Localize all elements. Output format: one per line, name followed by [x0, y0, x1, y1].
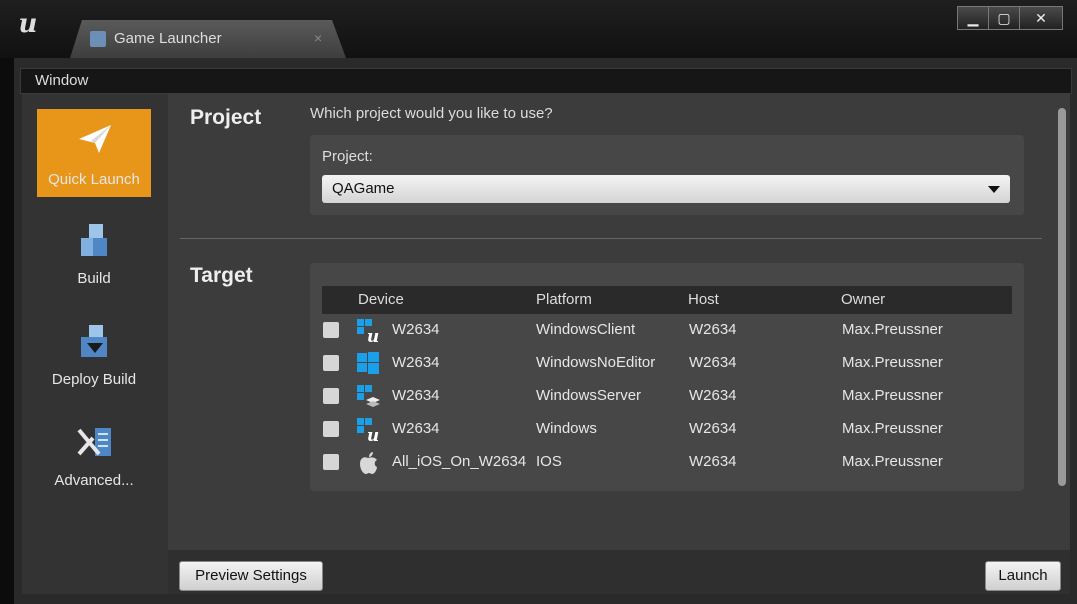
device-name: All_iOS_On_W2634	[392, 453, 527, 470]
platform-name: Windows	[536, 420, 597, 437]
build-blocks-icon	[81, 224, 107, 256]
owner-name: Max.Preussner	[842, 354, 943, 371]
device-name: W2634	[392, 354, 440, 371]
launcher-icon	[90, 31, 106, 47]
launch-button[interactable]: Launch	[985, 561, 1061, 591]
platform-name: IOS	[536, 453, 562, 470]
sidebar-item-deploy-build[interactable]: Deploy Build	[37, 311, 151, 399]
svg-text:u: u	[367, 426, 379, 442]
title-bar: u Game Launcher × ▁ ▢ ✕	[0, 0, 1077, 58]
paper-plane-icon	[79, 125, 111, 153]
windows-unreal-icon: u	[357, 418, 379, 442]
chevron-down-icon	[988, 186, 1000, 193]
owner-name: Max.Preussner	[842, 387, 943, 404]
apple-icon	[360, 452, 377, 474]
column-header-device[interactable]: Device	[358, 291, 404, 308]
row-checkbox[interactable]	[323, 421, 339, 437]
table-row[interactable]: u W2634 WindowsClient W2634 Max.Preussne…	[322, 315, 1012, 345]
device-name: W2634	[392, 387, 440, 404]
target-table-header: Device Platform Host Owner	[322, 286, 1012, 314]
project-dropdown-value: QAGame	[332, 180, 395, 197]
menu-window[interactable]: Window	[35, 72, 88, 89]
project-dropdown[interactable]: QAGame	[322, 175, 1010, 203]
windows-icon	[357, 352, 379, 374]
deploy-icon	[81, 325, 107, 357]
maximize-button[interactable]: ▢	[988, 6, 1020, 30]
owner-name: Max.Preussner	[842, 453, 943, 470]
sidebar-item-quick-launch[interactable]: Quick Launch	[37, 109, 151, 197]
table-row[interactable]: u W2634 Windows W2634 Max.Preussner	[322, 414, 1012, 444]
target-section-title: Target	[190, 264, 253, 287]
host-name: W2634	[689, 321, 737, 338]
host-name: W2634	[689, 354, 737, 371]
window-controls: ▁ ▢ ✕	[957, 6, 1063, 30]
sidebar-item-advanced[interactable]: Advanced...	[37, 412, 151, 500]
owner-name: Max.Preussner	[842, 321, 943, 338]
tools-icon	[77, 428, 111, 456]
row-checkbox[interactable]	[323, 454, 339, 470]
svg-text:u: u	[367, 327, 379, 343]
platform-name: WindowsClient	[536, 321, 636, 338]
project-section-title: Project	[190, 106, 262, 129]
sidebar-item-build[interactable]: Build	[37, 210, 151, 298]
tab-close-icon[interactable]: ×	[314, 30, 322, 46]
column-header-host[interactable]: Host	[688, 291, 719, 308]
row-checkbox[interactable]	[323, 322, 339, 338]
minimize-button[interactable]: ▁	[957, 6, 989, 30]
sidebar-item-label: Quick Launch	[48, 171, 140, 188]
tab-game-launcher[interactable]: Game Launcher ×	[70, 20, 346, 58]
sidebar-item-label: Advanced...	[54, 472, 134, 489]
device-name: W2634	[392, 420, 440, 437]
host-name: W2634	[689, 453, 737, 470]
project-question: Which project would you like to use?	[310, 105, 553, 122]
sidebar-item-label: Build	[77, 270, 111, 287]
platform-name: WindowsServer	[536, 387, 642, 404]
host-name: W2634	[689, 387, 737, 404]
sidebar-item-label: Deploy Build	[51, 371, 137, 388]
table-row[interactable]: All_iOS_On_W2634 IOS W2634 Max.Preussner	[322, 447, 1012, 477]
sidebar: Quick Launch Build Deploy Build Advanced…	[22, 94, 168, 594]
preview-settings-button[interactable]: Preview Settings	[179, 561, 323, 591]
close-button[interactable]: ✕	[1019, 6, 1063, 30]
windows-server-icon	[357, 385, 380, 407]
host-name: W2634	[689, 420, 737, 437]
windows-unreal-icon: u	[357, 319, 379, 343]
project-field-label: Project:	[322, 148, 373, 165]
project-panel: Project: QAGame	[310, 135, 1024, 215]
column-header-owner[interactable]: Owner	[841, 291, 885, 308]
row-checkbox[interactable]	[323, 388, 339, 404]
platform-name: WindowsNoEditor	[536, 354, 656, 371]
device-name: W2634	[392, 321, 440, 338]
table-row[interactable]: W2634 WindowsServer W2634 Max.Preussner	[322, 381, 1012, 411]
table-row[interactable]: W2634 WindowsNoEditor W2634 Max.Preussne…	[322, 348, 1012, 378]
section-divider	[180, 238, 1042, 239]
unreal-logo-icon: u	[18, 9, 38, 39]
vertical-scrollbar[interactable]	[1058, 108, 1066, 486]
owner-name: Max.Preussner	[842, 420, 943, 437]
menu-bar: Window	[20, 68, 1072, 94]
tab-label: Game Launcher	[114, 30, 222, 47]
column-header-platform[interactable]: Platform	[536, 291, 592, 308]
row-checkbox[interactable]	[323, 355, 339, 371]
